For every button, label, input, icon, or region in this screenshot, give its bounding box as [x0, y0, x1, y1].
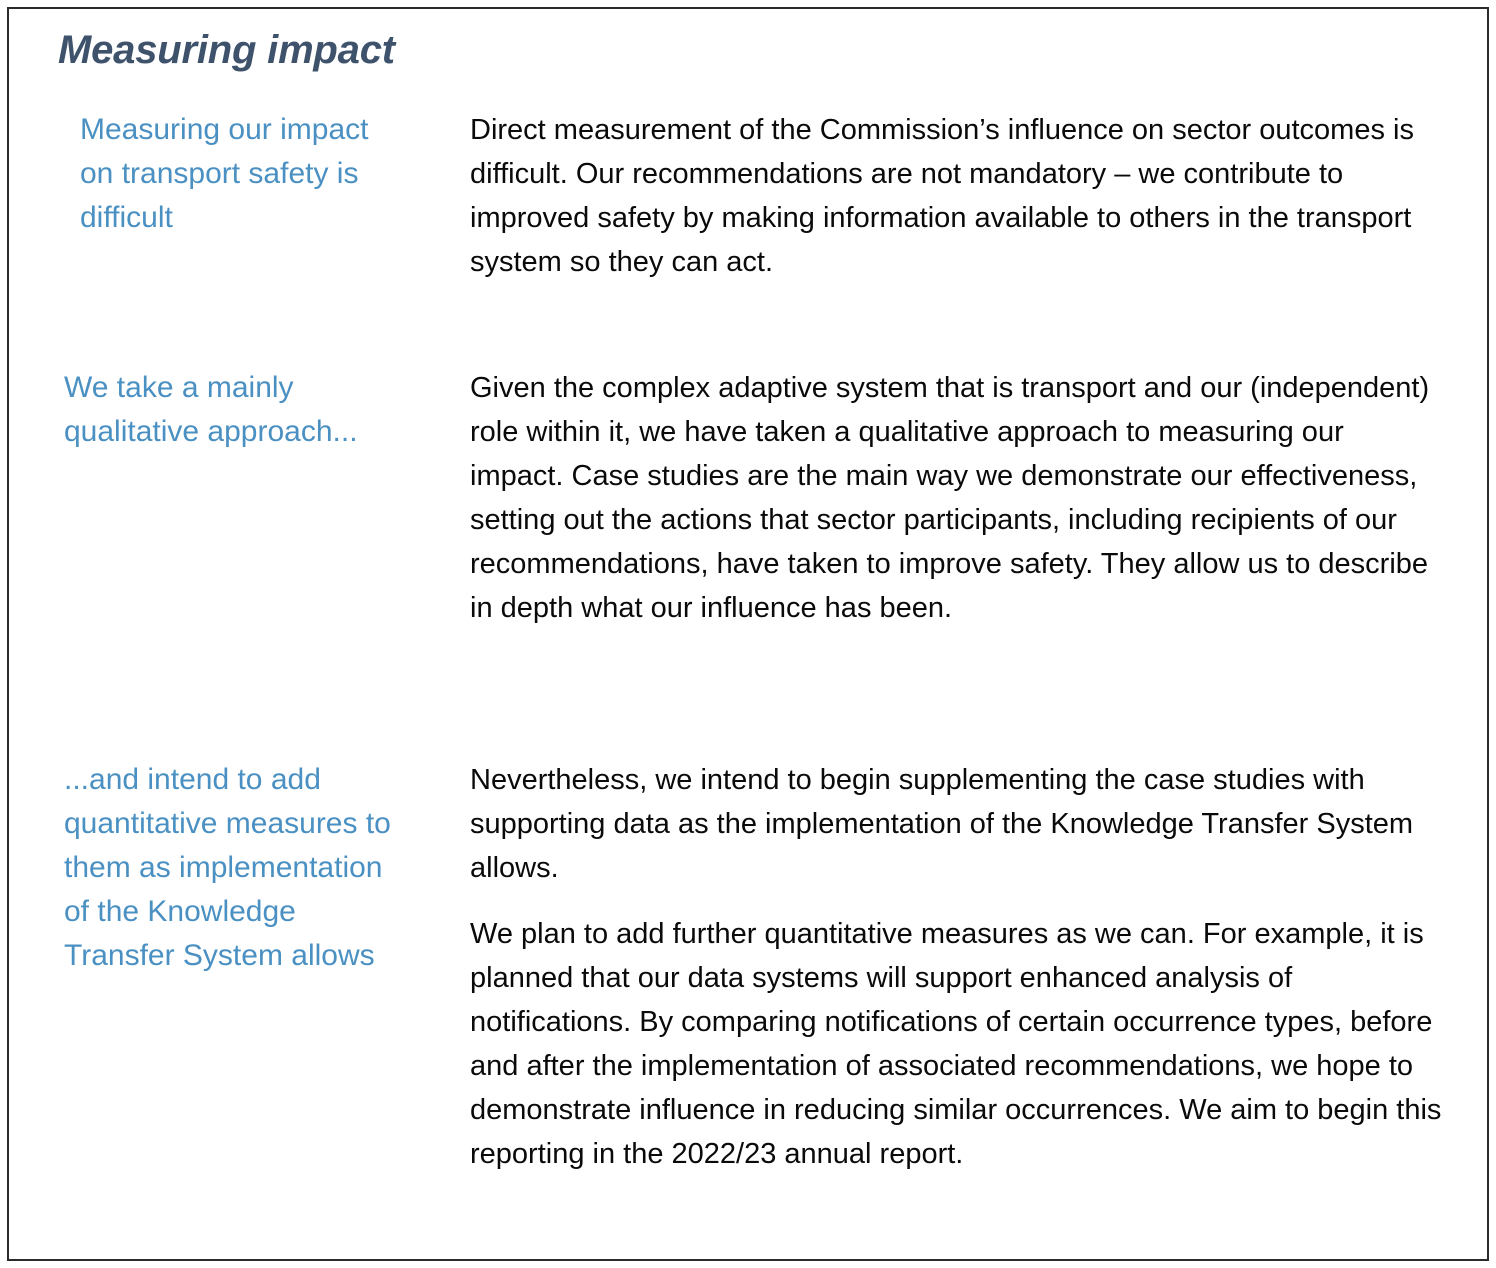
section-body: Given the complex adaptive system that i… — [470, 366, 1442, 630]
section-heading: Measuring our impact on transport safety… — [80, 113, 369, 234]
paragraph: Nevertheless, we intend to begin supplem… — [470, 764, 1414, 884]
section-heading: We take a mainly qualitative approach... — [64, 371, 358, 448]
section-body: Direct measurement of the Commission’s i… — [470, 108, 1442, 284]
section-body: Nevertheless, we intend to begin supplem… — [470, 758, 1442, 1176]
paragraph: We plan to add further quantitative meas… — [470, 918, 1442, 1170]
paragraph: Given the complex adaptive system that i… — [470, 372, 1430, 624]
paragraph: Direct measurement of the Commission’s i… — [470, 114, 1414, 278]
page-title: Measuring impact — [58, 28, 395, 72]
section-heading: ...and intend to add quantitative measur… — [64, 763, 391, 972]
document-page: Measuring impact Measuring our impact on… — [0, 0, 1496, 1268]
page-content: Measuring impact Measuring our impact on… — [0, 0, 1496, 1268]
